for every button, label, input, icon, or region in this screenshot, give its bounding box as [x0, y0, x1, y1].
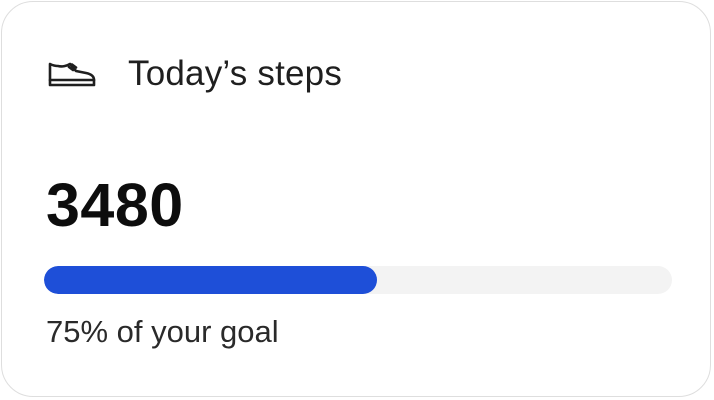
steps-progress-fill: [44, 266, 377, 294]
card-header: Today’s steps: [46, 52, 342, 96]
shoe-icon: [46, 56, 98, 92]
steps-count: 3480: [46, 171, 184, 239]
goal-caption: 75% of your goal: [46, 314, 279, 349]
steps-card: Today’s steps 3480 75% of your goal: [1, 1, 711, 397]
steps-progress-bar: [44, 266, 672, 294]
card-title: Today’s steps: [128, 54, 343, 93]
